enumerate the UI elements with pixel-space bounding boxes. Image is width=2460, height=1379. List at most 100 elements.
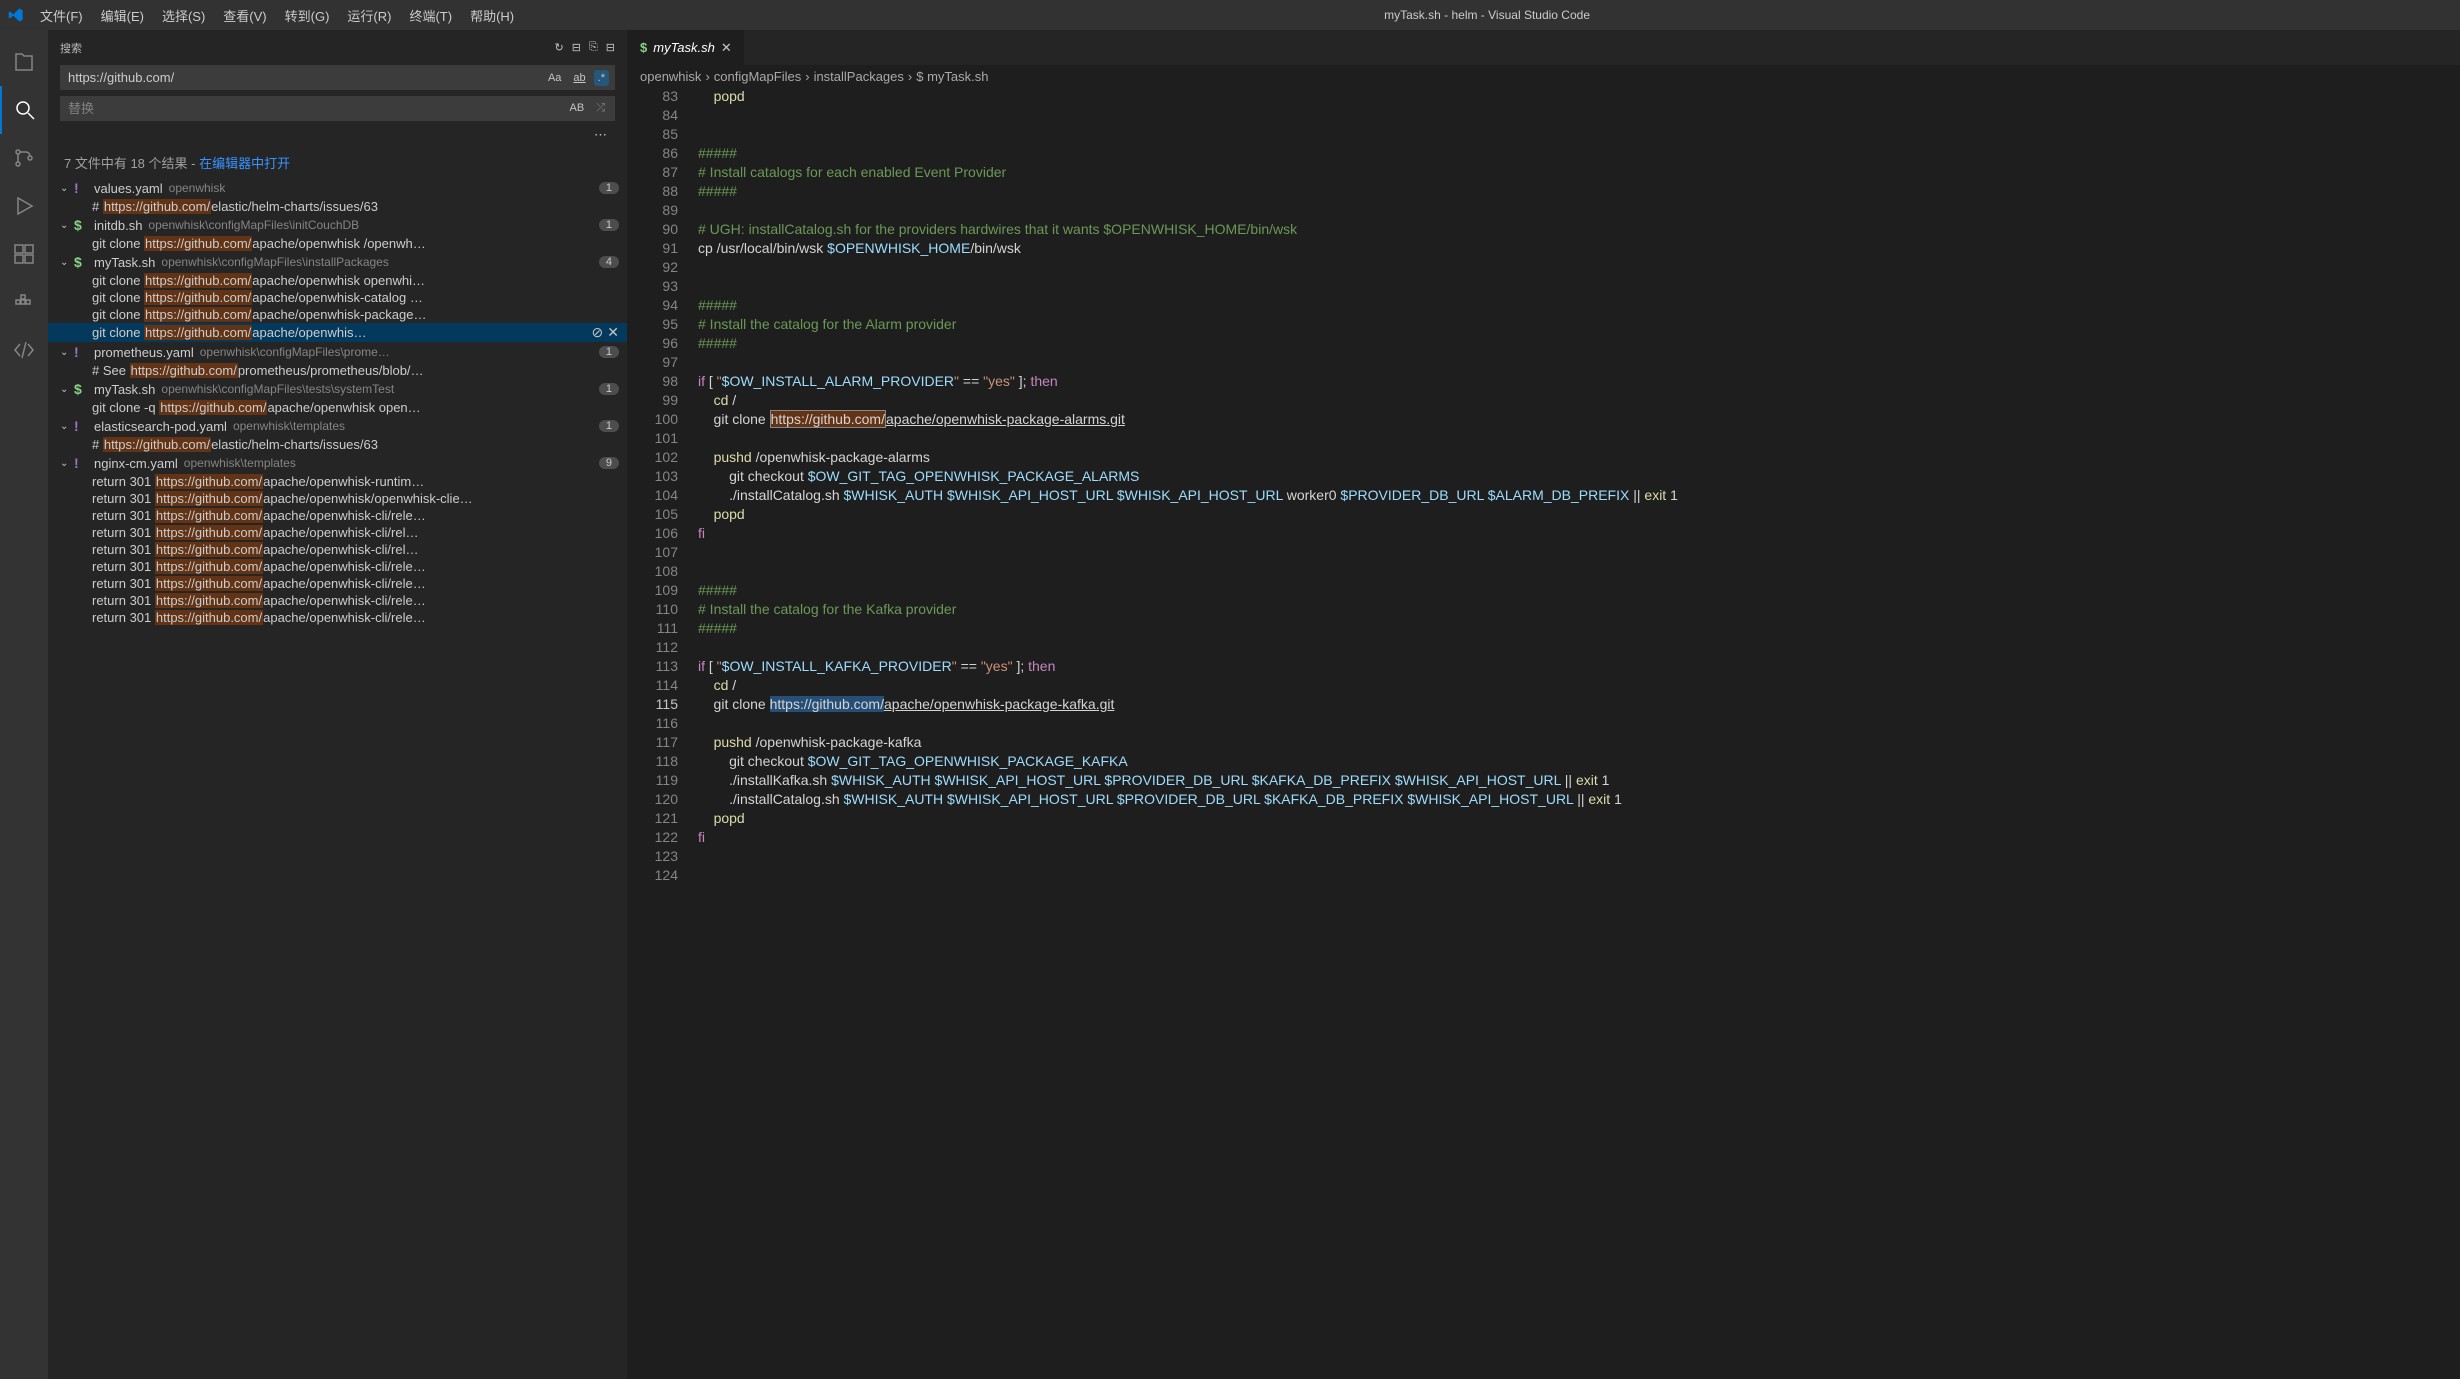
code-line[interactable]: 100 git clone https://github.com/apache/… [628, 410, 2460, 429]
code-line[interactable]: 95# Install the catalog for the Alarm pr… [628, 315, 2460, 334]
code-line[interactable]: 96##### [628, 334, 2460, 353]
code-line[interactable]: 88##### [628, 182, 2460, 201]
result-line[interactable]: git clone -q https://github.com/apache/o… [48, 399, 627, 416]
code-line[interactable]: 107 [628, 543, 2460, 562]
match-word-toggle[interactable]: ab [569, 70, 589, 86]
code-line[interactable]: 87# Install catalogs for each enabled Ev… [628, 163, 2460, 182]
open-in-editor-link[interactable]: 在编辑器中打开 [199, 156, 290, 171]
dismiss-icon[interactable]: ⊘ [592, 324, 604, 341]
code-line[interactable]: 85 [628, 125, 2460, 144]
collapse-icon[interactable]: ⊟ [606, 41, 615, 54]
result-line[interactable]: return 301 https://github.com/apache/ope… [48, 524, 627, 541]
code-line[interactable]: 92 [628, 258, 2460, 277]
result-line[interactable]: return 301 https://github.com/apache/ope… [48, 592, 627, 609]
result-line[interactable]: return 301 https://github.com/apache/ope… [48, 558, 627, 575]
menu-选择(S)[interactable]: 选择(S) [154, 2, 213, 29]
code-line[interactable]: 106fi [628, 524, 2460, 543]
code-line[interactable]: 111##### [628, 619, 2460, 638]
result-file[interactable]: ⌄ ! prometheus.yaml openwhisk\configMapF… [48, 342, 627, 362]
result-line[interactable]: git clone https://github.com/apache/open… [48, 289, 627, 306]
activity-docker[interactable] [0, 278, 48, 326]
breadcrumb-item[interactable]: $ myTask.sh [916, 69, 988, 84]
result-file[interactable]: ⌄ ! values.yaml openwhisk 1 [48, 178, 627, 198]
menu-帮助(H)[interactable]: 帮助(H) [462, 2, 522, 29]
menu-运行(R)[interactable]: 运行(R) [339, 2, 399, 29]
code-line[interactable]: 83 popd [628, 87, 2460, 106]
code-line[interactable]: 93 [628, 277, 2460, 296]
activity-search[interactable] [0, 86, 48, 134]
result-file[interactable]: ⌄ ! elasticsearch-pod.yaml openwhisk\tem… [48, 416, 627, 436]
remove-icon[interactable]: ✕ [607, 324, 619, 341]
code-line[interactable]: 108 [628, 562, 2460, 581]
result-line[interactable]: git clone https://github.com/apache/open… [48, 235, 627, 252]
code-line[interactable]: 124 [628, 866, 2460, 885]
breadcrumb-item[interactable]: openwhisk [640, 69, 701, 84]
menu-转到(G)[interactable]: 转到(G) [277, 2, 338, 29]
code-line[interactable]: 109##### [628, 581, 2460, 600]
result-line[interactable]: git clone https://github.com/apache/open… [48, 272, 627, 289]
result-line[interactable]: # https://github.com/elastic/helm-charts… [48, 198, 627, 215]
result-line[interactable]: return 301 https://github.com/apache/ope… [48, 473, 627, 490]
code-line[interactable]: 118 git checkout $OW_GIT_TAG_OPENWHISK_P… [628, 752, 2460, 771]
code-line[interactable]: 110# Install the catalog for the Kafka p… [628, 600, 2460, 619]
code-line[interactable]: 117 pushd /openwhisk-package-kafka [628, 733, 2460, 752]
tab-mytask[interactable]: $ myTask.sh ✕ [628, 30, 745, 65]
code-line[interactable]: 113if [ "$OW_INSTALL_KAFKA_PROVIDER" == … [628, 657, 2460, 676]
code-line[interactable]: 103 git checkout $OW_GIT_TAG_OPENWHISK_P… [628, 467, 2460, 486]
minimap[interactable] [2400, 87, 2460, 1379]
code-line[interactable]: 98if [ "$OW_INSTALL_ALARM_PROVIDER" == "… [628, 372, 2460, 391]
result-line[interactable]: return 301 https://github.com/apache/ope… [48, 541, 627, 558]
activity-explorer[interactable] [0, 38, 48, 86]
result-file[interactable]: ⌄ $ myTask.sh openwhisk\configMapFiles\t… [48, 379, 627, 399]
code-line[interactable]: 105 popd [628, 505, 2460, 524]
menu-编辑(E)[interactable]: 编辑(E) [93, 2, 152, 29]
refresh-icon[interactable]: ↻ [555, 41, 564, 54]
code-line[interactable]: 116 [628, 714, 2460, 733]
code-line[interactable]: 121 popd [628, 809, 2460, 828]
code-line[interactable]: 122fi [628, 828, 2460, 847]
menu-查看(V)[interactable]: 查看(V) [215, 2, 274, 29]
result-line[interactable]: # https://github.com/elastic/helm-charts… [48, 436, 627, 453]
match-case-toggle[interactable]: Aa [544, 70, 565, 86]
close-tab-icon[interactable]: ✕ [721, 40, 732, 56]
result-line[interactable]: return 301 https://github.com/apache/ope… [48, 609, 627, 626]
result-line[interactable]: git clone https://github.com/apache/open… [48, 323, 627, 342]
result-line[interactable]: # See https://github.com/prometheus/prom… [48, 362, 627, 379]
code-line[interactable]: 101 [628, 429, 2460, 448]
replace-input[interactable] [66, 98, 566, 119]
search-input[interactable] [66, 67, 544, 88]
code-line[interactable]: 89 [628, 201, 2460, 220]
code-editor[interactable]: 83 popd848586#####87# Install catalogs f… [628, 87, 2460, 1379]
activity-source-control[interactable] [0, 134, 48, 182]
preserve-case-toggle[interactable]: AB [566, 100, 589, 117]
result-line[interactable]: return 301 https://github.com/apache/ope… [48, 575, 627, 592]
result-line[interactable]: return 301 https://github.com/apache/ope… [48, 490, 627, 507]
code-line[interactable]: 97 [628, 353, 2460, 372]
code-line[interactable]: 123 [628, 847, 2460, 866]
activity-html-tag[interactable] [0, 326, 48, 374]
replace-all-button[interactable]: ⤮ [592, 100, 609, 117]
code-line[interactable]: 104 ./installCatalog.sh $WHISK_AUTH $WHI… [628, 486, 2460, 505]
code-line[interactable]: 114 cd / [628, 676, 2460, 695]
result-line[interactable]: return 301 https://github.com/apache/ope… [48, 507, 627, 524]
code-line[interactable]: 102 pushd /openwhisk-package-alarms [628, 448, 2460, 467]
code-line[interactable]: 94##### [628, 296, 2460, 315]
menu-终端(T)[interactable]: 终端(T) [401, 2, 460, 29]
breadcrumb-item[interactable]: installPackages [814, 69, 904, 84]
menu-文件(F)[interactable]: 文件(F) [32, 2, 91, 29]
regex-toggle[interactable]: .* [594, 70, 609, 86]
activity-extensions[interactable] [0, 230, 48, 278]
activity-run-debug[interactable] [0, 182, 48, 230]
result-file[interactable]: ⌄ $ myTask.sh openwhisk\configMapFiles\i… [48, 252, 627, 272]
code-line[interactable]: 119 ./installKafka.sh $WHISK_AUTH $WHISK… [628, 771, 2460, 790]
code-line[interactable]: 120 ./installCatalog.sh $WHISK_AUTH $WHI… [628, 790, 2460, 809]
code-line[interactable]: 86##### [628, 144, 2460, 163]
result-file[interactable]: ⌄ $ initdb.sh openwhisk\configMapFiles\i… [48, 215, 627, 235]
code-line[interactable]: 115 git clone https://github.com/apache/… [628, 695, 2460, 714]
new-editor-icon[interactable]: ⎘ [589, 41, 598, 54]
code-line[interactable]: 90# UGH: installCatalog.sh for the provi… [628, 220, 2460, 239]
result-file[interactable]: ⌄ ! nginx-cm.yaml openwhisk\templates 9 [48, 453, 627, 473]
toggle-search-details[interactable]: ⋯ [594, 127, 607, 143]
breadcrumb-item[interactable]: configMapFiles [714, 69, 801, 84]
code-line[interactable]: 99 cd / [628, 391, 2460, 410]
